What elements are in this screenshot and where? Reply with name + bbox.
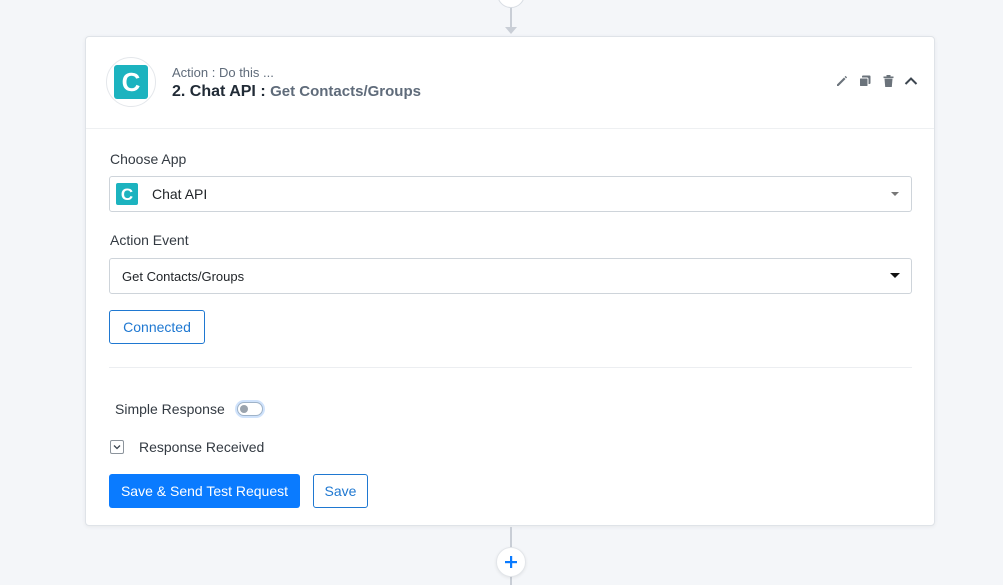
choose-app-select[interactable]: C Chat API bbox=[109, 176, 912, 212]
arrow-down-icon bbox=[505, 27, 517, 34]
pencil-icon[interactable] bbox=[835, 74, 849, 88]
save-and-send-test-request-button[interactable]: Save & Send Test Request bbox=[109, 474, 300, 508]
action-event-value: Get Contacts/Groups bbox=[122, 269, 245, 284]
add-step-button[interactable] bbox=[496, 547, 526, 577]
action-event-label: Action Event bbox=[110, 232, 189, 248]
app-logo: C bbox=[106, 57, 156, 107]
response-received-label: Response Received bbox=[139, 439, 265, 455]
step-header[interactable]: C Action : Do this ... 2. Chat API : Get… bbox=[86, 37, 934, 129]
choose-app-value: Chat API bbox=[152, 186, 208, 202]
simple-response-label: Simple Response bbox=[115, 401, 225, 417]
action-event-select[interactable]: Get Contacts/Groups bbox=[109, 258, 912, 294]
action-step-card: C Action : Do this ... 2. Chat API : Get… bbox=[85, 36, 935, 526]
chevron-down-icon bbox=[113, 445, 121, 450]
save-button[interactable]: Save bbox=[313, 474, 368, 508]
caret-down-icon bbox=[890, 273, 900, 278]
toggle-knob bbox=[240, 405, 248, 413]
chevron-up-icon[interactable] bbox=[904, 74, 918, 88]
plus-icon bbox=[505, 556, 517, 568]
previous-step-node bbox=[497, 0, 525, 8]
chat-api-logo-icon: C bbox=[114, 65, 148, 99]
response-received-expand-toggle[interactable] bbox=[110, 440, 124, 454]
divider bbox=[109, 367, 912, 368]
simple-response-toggle[interactable] bbox=[237, 402, 263, 416]
step-title: 2. Chat API : Get Contacts/Groups bbox=[172, 83, 421, 101]
header-actions bbox=[835, 74, 918, 88]
step-title-prefix: 2. Chat API : bbox=[172, 83, 271, 100]
connected-button[interactable]: Connected bbox=[109, 310, 205, 344]
caret-down-icon bbox=[891, 192, 899, 196]
trash-icon[interactable] bbox=[881, 74, 895, 88]
copy-icon[interactable] bbox=[858, 74, 872, 88]
chat-api-logo-icon: C bbox=[116, 183, 138, 205]
choose-app-label: Choose App bbox=[110, 151, 187, 167]
step-subtitle: Action : Do this ... bbox=[172, 65, 274, 80]
step-event-name: Get Contacts/Groups bbox=[270, 83, 421, 100]
